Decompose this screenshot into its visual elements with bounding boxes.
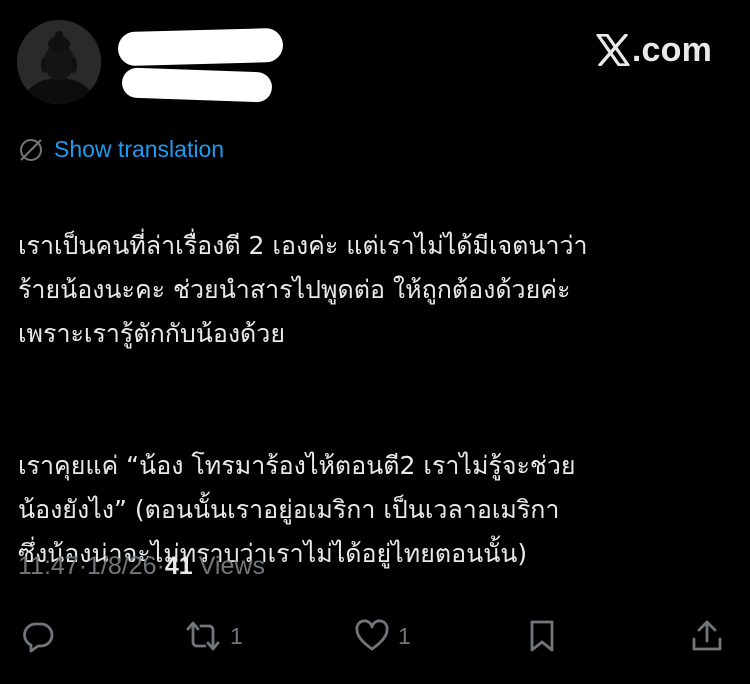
- author-handle-redacted[interactable]: [121, 67, 273, 103]
- views-count: 41: [164, 552, 193, 580]
- post-text: เราเป็นคนที่ล่าเรื่องตี 2 เองค่ะ แต่เราไ…: [18, 180, 730, 664]
- heart-icon: [355, 619, 389, 651]
- meta-separator: ·: [156, 552, 165, 580]
- bookmark-button[interactable]: [526, 614, 558, 658]
- x-brand: .com: [596, 28, 712, 72]
- bookmark-icon: [530, 620, 554, 652]
- views-label: Views: [198, 552, 265, 580]
- share-icon: [692, 620, 722, 651]
- post-meta: 11:47 · 1/8/26 · 41 Views: [18, 552, 265, 581]
- show-translation-link[interactable]: Show translation: [18, 136, 224, 163]
- like-count: 1: [398, 622, 411, 649]
- avatar[interactable]: [17, 20, 101, 104]
- meta-separator: ·: [78, 552, 88, 580]
- show-translation-label: Show translation: [54, 136, 225, 162]
- brand-domain-text: .com: [631, 30, 712, 69]
- like-button[interactable]: 1: [354, 614, 411, 658]
- share-button[interactable]: [690, 614, 724, 658]
- x-logo-icon: [596, 34, 630, 66]
- repost-count: 1: [230, 622, 243, 649]
- post-date[interactable]: 1/8/26: [87, 552, 157, 581]
- translate-globe-icon: [20, 138, 42, 161]
- action-bar: 1 1: [0, 614, 750, 658]
- reply-button[interactable]: [20, 614, 56, 658]
- post-paragraph-1: เราเป็นคนที่ล่าเรื่องตี 2 เองค่ะ แต่เราไ…: [18, 231, 588, 348]
- repost-button[interactable]: 1: [184, 614, 243, 658]
- post-time[interactable]: 11:47: [18, 552, 79, 581]
- repost-icon: [186, 621, 220, 651]
- buddha-avatar: [17, 20, 101, 104]
- reply-icon: [23, 622, 54, 653]
- author-display-name-redacted[interactable]: [117, 27, 284, 67]
